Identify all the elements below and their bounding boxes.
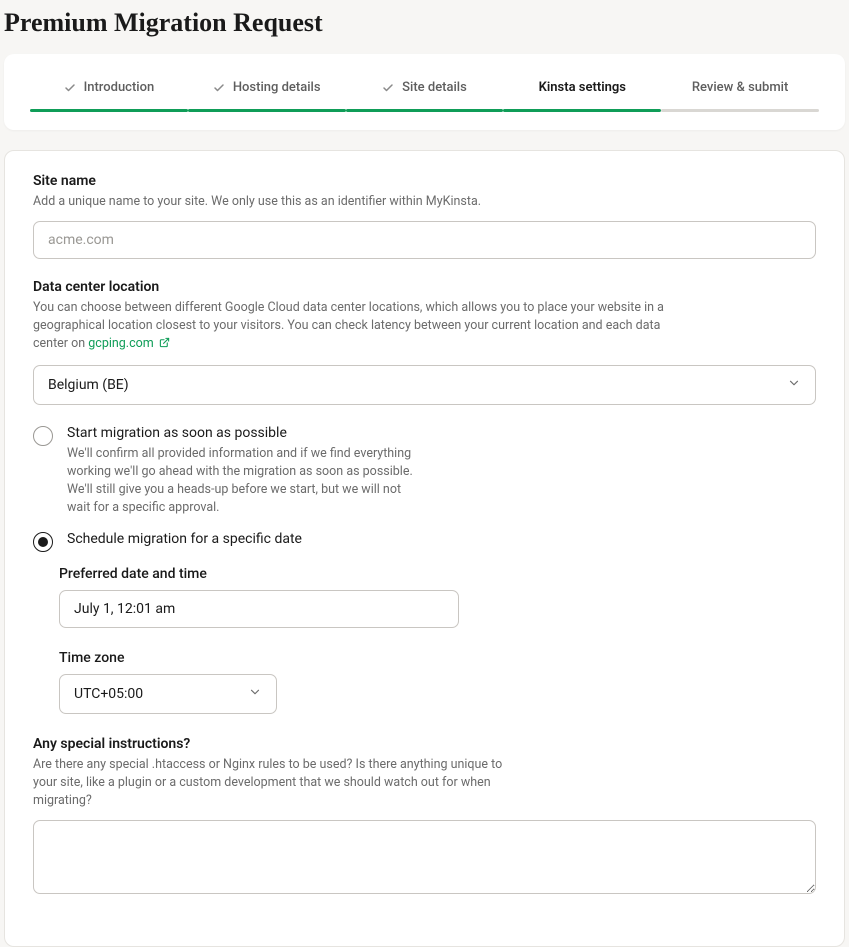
special-instructions-block: Any special instructions? Are there any … xyxy=(33,736,816,898)
preferred-date-input[interactable]: July 1, 12:01 am xyxy=(59,590,459,628)
data-center-desc: You can choose between different Google … xyxy=(33,299,673,354)
step-label: Review & submit xyxy=(692,80,788,95)
preferred-date-value: July 1, 12:01 am xyxy=(74,601,175,617)
site-name-desc: Add a unique name to your site. We only … xyxy=(33,193,673,211)
radio-asap-desc: We'll confirm all provided information a… xyxy=(67,445,427,518)
timezone-label: Time zone xyxy=(59,650,816,666)
special-desc: Are there any special .htaccess or Nginx… xyxy=(33,756,513,810)
step-review-submit[interactable]: Review & submit xyxy=(661,80,819,112)
gcping-link[interactable]: gcping.com xyxy=(88,336,170,351)
site-name-block: Site name Add a unique name to your site… xyxy=(33,173,816,259)
check-icon xyxy=(382,82,394,94)
page-title: Premium Migration Request xyxy=(0,0,849,54)
step-bar xyxy=(30,109,188,112)
chevron-down-icon xyxy=(248,685,262,703)
step-kinsta-settings[interactable]: Kinsta settings xyxy=(503,80,661,112)
stepper: Introduction Hosting details Site detail… xyxy=(30,80,819,112)
step-bar xyxy=(661,109,819,112)
schedule-subsection: Preferred date and time July 1, 12:01 am… xyxy=(59,566,816,714)
step-bar xyxy=(188,109,346,112)
chevron-down-icon xyxy=(787,376,801,394)
step-label: Hosting details xyxy=(233,80,321,95)
step-introduction[interactable]: Introduction xyxy=(30,80,188,112)
step-bar xyxy=(503,109,661,112)
radio-schedule[interactable]: Schedule migration for a specific date xyxy=(33,531,816,552)
check-icon xyxy=(213,82,225,94)
timezone-select[interactable]: UTC+05:00 xyxy=(59,674,277,714)
radio-asap[interactable]: Start migration as soon as possible We'l… xyxy=(33,425,816,518)
special-label: Any special instructions? xyxy=(33,736,816,752)
preferred-date-label: Preferred date and time xyxy=(59,566,816,582)
radio-dot-schedule[interactable] xyxy=(33,532,53,552)
special-instructions-textarea[interactable] xyxy=(33,820,816,894)
migration-timing-group: Start migration as soon as possible We'l… xyxy=(33,425,816,715)
site-name-input[interactable] xyxy=(33,221,816,259)
step-label: Introduction xyxy=(84,80,155,95)
form-card: Site name Add a unique name to your site… xyxy=(4,150,845,947)
timezone-value: UTC+05:00 xyxy=(74,686,143,702)
step-hosting-details[interactable]: Hosting details xyxy=(188,80,346,112)
check-icon xyxy=(64,82,76,94)
data-center-select[interactable]: Belgium (BE) xyxy=(33,365,816,405)
step-site-details[interactable]: Site details xyxy=(346,80,504,112)
site-name-label: Site name xyxy=(33,173,816,189)
data-center-label: Data center location xyxy=(33,279,816,295)
step-label: Site details xyxy=(402,80,467,95)
stepper-card: Introduction Hosting details Site detail… xyxy=(4,54,845,130)
step-label: Kinsta settings xyxy=(539,80,626,95)
data-center-selected: Belgium (BE) xyxy=(48,377,129,393)
radio-dot-asap[interactable] xyxy=(33,426,53,446)
external-link-icon xyxy=(159,336,170,354)
radio-schedule-title: Schedule migration for a specific date xyxy=(67,531,816,547)
step-bar xyxy=(346,109,504,112)
radio-asap-title: Start migration as soon as possible xyxy=(67,425,816,441)
data-center-block: Data center location You can choose betw… xyxy=(33,279,816,404)
